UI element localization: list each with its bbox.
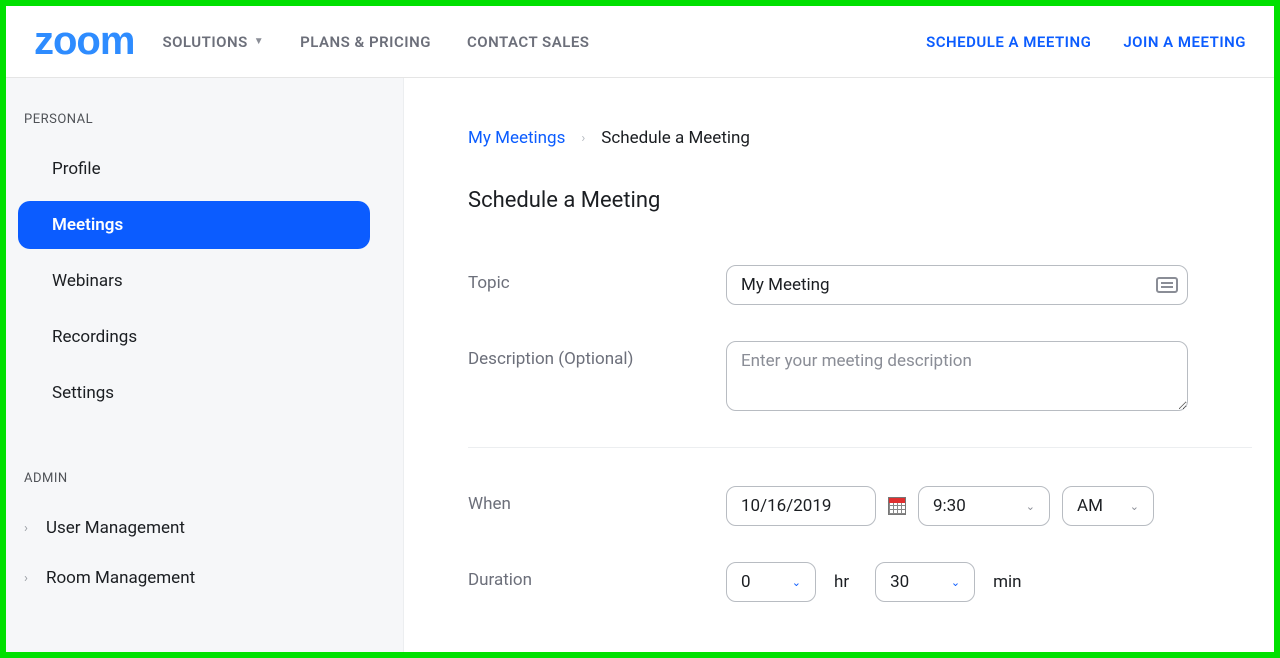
- duration-hours-value: 0: [741, 572, 751, 592]
- sidebar-section-admin: ADMIN: [24, 471, 391, 486]
- nav-solutions-label: SOLUTIONS: [162, 33, 247, 51]
- sidebar-item-label: Room Management: [46, 568, 195, 588]
- chevron-right-icon: ›: [581, 131, 585, 146]
- nav-contact-sales[interactable]: CONTACT SALES: [467, 33, 590, 51]
- top-header: zoom SOLUTIONS ▼ PLANS & PRICING CONTACT…: [6, 6, 1274, 78]
- sidebar-item-recordings[interactable]: Recordings: [18, 313, 391, 361]
- form-row-when: When 9:30 ⌄ AM ⌄: [468, 486, 1252, 526]
- nav-plans-pricing[interactable]: PLANS & PRICING: [300, 33, 431, 51]
- sidebar-item-settings[interactable]: Settings: [18, 369, 391, 417]
- when-date-input[interactable]: [726, 486, 876, 526]
- link-schedule-meeting[interactable]: SCHEDULE A MEETING: [926, 33, 1091, 51]
- when-time-select[interactable]: 9:30 ⌄: [918, 486, 1050, 526]
- chevron-down-icon: ⌄: [1130, 500, 1139, 513]
- breadcrumb: My Meetings › Schedule a Meeting: [468, 128, 1252, 148]
- label-min-unit: min: [993, 572, 1021, 592]
- sidebar-item-label: User Management: [46, 518, 185, 538]
- duration-minutes-value: 30: [890, 572, 909, 592]
- chevron-down-icon: ⌄: [792, 576, 801, 589]
- form-row-duration: Duration 0 ⌄ hr 30 ⌄ min: [468, 562, 1252, 602]
- chevron-right-icon: ›: [24, 571, 46, 586]
- description-textarea[interactable]: [726, 341, 1188, 411]
- sidebar-item-user-management[interactable]: › User Management: [18, 504, 391, 552]
- sidebar-item-profile[interactable]: Profile: [18, 145, 391, 193]
- duration-minutes-select[interactable]: 30 ⌄: [875, 562, 975, 602]
- sidebar-item-room-management[interactable]: › Room Management: [18, 554, 391, 602]
- page-title: Schedule a Meeting: [468, 188, 1252, 213]
- label-duration: Duration: [468, 562, 726, 590]
- section-divider: [468, 447, 1252, 448]
- chevron-down-icon: ▼: [254, 36, 264, 47]
- sidebar-section-personal: PERSONAL: [24, 112, 391, 127]
- link-join-meeting[interactable]: JOIN A MEETING: [1123, 33, 1246, 51]
- primary-nav: SOLUTIONS ▼ PLANS & PRICING CONTACT SALE…: [162, 33, 589, 51]
- template-icon[interactable]: [1156, 277, 1178, 293]
- label-description: Description (Optional): [468, 341, 726, 369]
- when-ampm-select[interactable]: AM ⌄: [1062, 486, 1154, 526]
- chevron-right-icon: ›: [24, 521, 46, 536]
- breadcrumb-link-my-meetings[interactable]: My Meetings: [468, 128, 565, 148]
- sidebar-item-webinars[interactable]: Webinars: [18, 257, 391, 305]
- sidebar-item-meetings[interactable]: Meetings: [18, 201, 370, 249]
- form-row-topic: Topic: [468, 265, 1252, 305]
- sidebar: PERSONAL Profile Meetings Webinars Recor…: [6, 78, 404, 652]
- duration-hours-select[interactable]: 0 ⌄: [726, 562, 816, 602]
- label-topic: Topic: [468, 265, 726, 293]
- breadcrumb-current: Schedule a Meeting: [601, 128, 750, 148]
- nav-solutions[interactable]: SOLUTIONS ▼: [162, 33, 264, 51]
- topic-input[interactable]: [726, 265, 1188, 305]
- main-content: My Meetings › Schedule a Meeting Schedul…: [404, 78, 1274, 652]
- when-time-value: 9:30: [933, 496, 966, 516]
- label-hr-unit: hr: [834, 572, 849, 592]
- zoom-logo[interactable]: zoom: [34, 19, 134, 64]
- chevron-down-icon: ⌄: [951, 576, 960, 589]
- label-when: When: [468, 486, 726, 514]
- when-ampm-value: AM: [1077, 496, 1103, 516]
- header-right-links: SCHEDULE A MEETING JOIN A MEETING: [926, 33, 1246, 51]
- calendar-icon[interactable]: [888, 497, 906, 515]
- chevron-down-icon: ⌄: [1026, 500, 1035, 513]
- form-row-description: Description (Optional): [468, 341, 1252, 411]
